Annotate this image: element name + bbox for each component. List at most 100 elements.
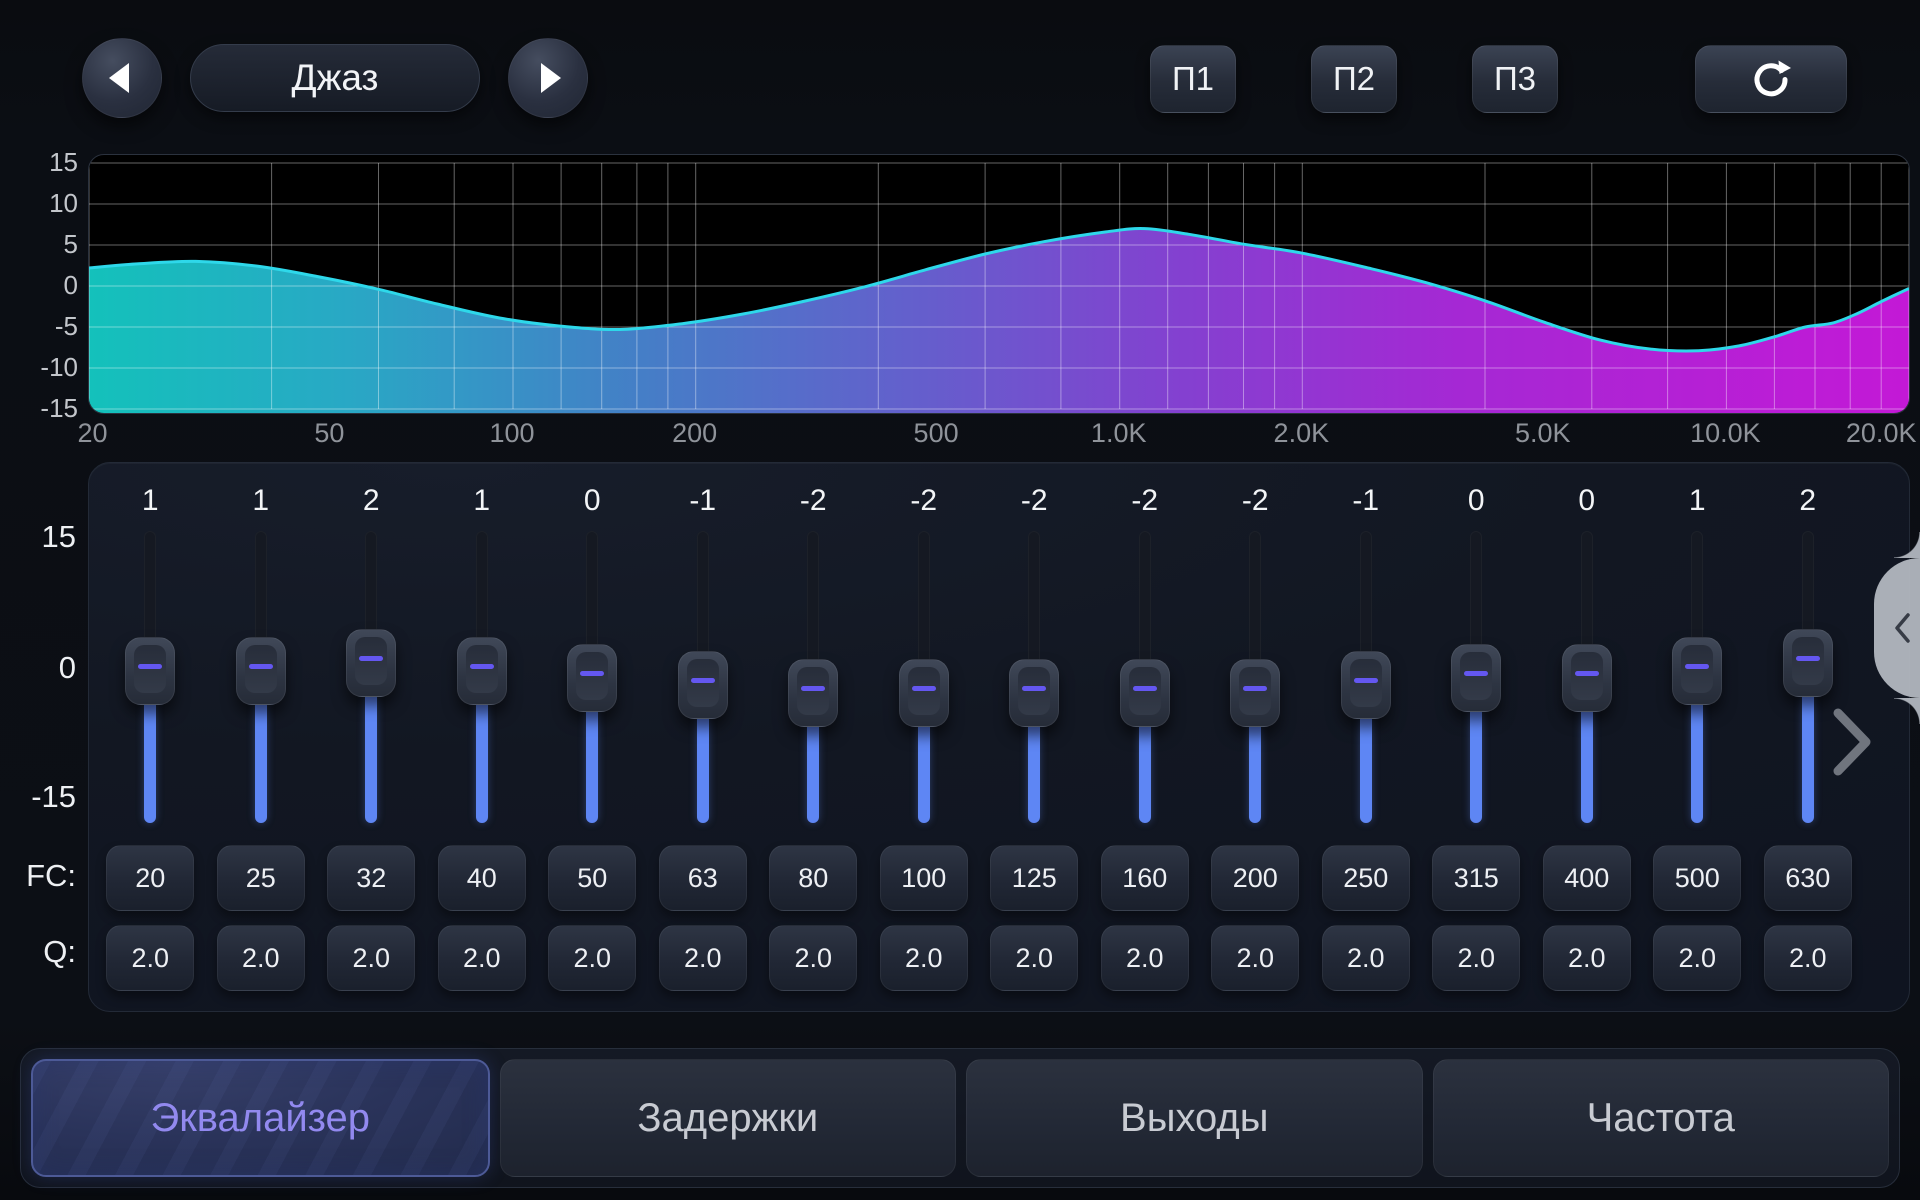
band-slider[interactable] bbox=[237, 531, 285, 823]
band-fc-button[interactable]: 200 bbox=[1211, 845, 1299, 911]
graph-frequency-tick: 1.0K bbox=[1091, 418, 1147, 449]
band-q-button[interactable]: 2.0 bbox=[217, 925, 305, 991]
band-fc-button[interactable]: 500 bbox=[1653, 845, 1741, 911]
slider-thumb[interactable] bbox=[457, 637, 507, 705]
eq-band: -2 200 2.0 bbox=[1200, 479, 1311, 1011]
band-slider[interactable] bbox=[347, 531, 395, 823]
slider-thumb[interactable] bbox=[346, 629, 396, 697]
preset-next-button[interactable] bbox=[508, 38, 588, 118]
band-q-button[interactable]: 2.0 bbox=[659, 925, 747, 991]
eq-band: 1 25 2.0 bbox=[206, 479, 317, 1011]
slider-fill bbox=[807, 722, 819, 823]
band-q-button[interactable]: 2.0 bbox=[990, 925, 1078, 991]
band-q-button[interactable]: 2.0 bbox=[438, 925, 526, 991]
slider-thumb[interactable] bbox=[1230, 659, 1280, 727]
band-fc-button[interactable]: 400 bbox=[1543, 845, 1631, 911]
slider-thumb[interactable] bbox=[236, 637, 286, 705]
slider-scale-tick: 15 bbox=[0, 519, 76, 555]
slider-thumb[interactable] bbox=[567, 644, 617, 712]
band-fc-button[interactable]: 160 bbox=[1101, 845, 1189, 911]
slider-thumb[interactable] bbox=[1341, 651, 1391, 719]
band-fc-button[interactable]: 100 bbox=[880, 845, 968, 911]
band-q-button[interactable]: 2.0 bbox=[769, 925, 857, 991]
equalizer-band-panel: 1 20 2.0 1 25 2.0 2 bbox=[88, 462, 1910, 1012]
slider-thumb[interactable] bbox=[1562, 644, 1612, 712]
band-q-button[interactable]: 2.0 bbox=[1653, 925, 1741, 991]
band-q-button[interactable]: 2.0 bbox=[548, 925, 636, 991]
band-slider[interactable] bbox=[789, 531, 837, 823]
thumb-dash-icon bbox=[359, 656, 383, 661]
memory-button-p2[interactable]: П2 bbox=[1311, 45, 1397, 113]
eq-band: 0 400 2.0 bbox=[1532, 479, 1643, 1011]
band-q-button[interactable]: 2.0 bbox=[1432, 925, 1520, 991]
slider-thumb[interactable] bbox=[678, 651, 728, 719]
band-q-button[interactable]: 2.0 bbox=[1101, 925, 1189, 991]
band-q-button[interactable]: 2.0 bbox=[327, 925, 415, 991]
band-slider[interactable] bbox=[458, 531, 506, 823]
tab-outputs[interactable]: Выходы bbox=[966, 1059, 1423, 1177]
slider-fill bbox=[1139, 722, 1151, 823]
band-gain-value: 0 bbox=[1578, 479, 1595, 523]
band-q-button[interactable]: 2.0 bbox=[106, 925, 194, 991]
band-fc-button[interactable]: 80 bbox=[769, 845, 857, 911]
side-drawer-handle[interactable] bbox=[1874, 558, 1920, 698]
band-gain-value: 1 bbox=[1689, 479, 1706, 523]
refresh-icon bbox=[1749, 57, 1793, 101]
eq-band: 1 20 2.0 bbox=[95, 479, 206, 1011]
slider-thumb[interactable] bbox=[1120, 659, 1170, 727]
memory-button-p1[interactable]: П1 bbox=[1150, 45, 1236, 113]
band-q-button[interactable]: 2.0 bbox=[880, 925, 968, 991]
slider-thumb[interactable] bbox=[125, 637, 175, 705]
slider-thumb[interactable] bbox=[1451, 644, 1501, 712]
tab-frequency[interactable]: Частота bbox=[1433, 1059, 1890, 1177]
reset-button[interactable] bbox=[1695, 45, 1847, 113]
graph-frequency-tick: 5.0K bbox=[1515, 418, 1571, 449]
eq-band: -1 63 2.0 bbox=[648, 479, 759, 1011]
graph-db-tick: -10 bbox=[0, 352, 78, 382]
slider-thumb[interactable] bbox=[1009, 659, 1059, 727]
preset-prev-button[interactable] bbox=[82, 38, 162, 118]
slider-thumb[interactable] bbox=[899, 659, 949, 727]
band-gain-value: -1 bbox=[1352, 479, 1379, 523]
slider-thumb[interactable] bbox=[788, 659, 838, 727]
band-slider[interactable] bbox=[568, 531, 616, 823]
band-q-button[interactable]: 2.0 bbox=[1322, 925, 1410, 991]
band-slider[interactable] bbox=[1121, 531, 1169, 823]
band-fc-button[interactable]: 250 bbox=[1322, 845, 1410, 911]
band-q-button[interactable]: 2.0 bbox=[1764, 925, 1852, 991]
band-slider[interactable] bbox=[1563, 531, 1611, 823]
band-slider[interactable] bbox=[679, 531, 727, 823]
band-slider[interactable] bbox=[1342, 531, 1390, 823]
slider-thumb[interactable] bbox=[1783, 629, 1833, 697]
band-slider[interactable] bbox=[126, 531, 174, 823]
frequency-response-chart bbox=[89, 155, 1909, 413]
band-fc-button[interactable]: 32 bbox=[327, 845, 415, 911]
preset-selector[interactable]: Джаз bbox=[190, 44, 480, 112]
band-slider[interactable] bbox=[1010, 531, 1058, 823]
band-fc-button[interactable]: 25 bbox=[217, 845, 305, 911]
slider-thumb[interactable] bbox=[1672, 637, 1722, 705]
band-fc-button[interactable]: 315 bbox=[1432, 845, 1520, 911]
band-slider[interactable] bbox=[1231, 531, 1279, 823]
band-slider[interactable] bbox=[1784, 531, 1832, 823]
memory-button-p3[interactable]: П3 bbox=[1472, 45, 1558, 113]
graph-frequency-tick: 200 bbox=[672, 418, 717, 449]
band-slider[interactable] bbox=[1673, 531, 1721, 823]
graph-db-tick: -5 bbox=[0, 311, 78, 341]
band-fc-button[interactable]: 50 bbox=[548, 845, 636, 911]
band-fc-button[interactable]: 125 bbox=[990, 845, 1078, 911]
band-fc-button[interactable]: 630 bbox=[1764, 845, 1852, 911]
graph-frequency-tick: 100 bbox=[490, 418, 535, 449]
band-fc-button[interactable]: 63 bbox=[659, 845, 747, 911]
band-q-button[interactable]: 2.0 bbox=[1543, 925, 1631, 991]
graph-frequency-tick: 2.0K bbox=[1274, 418, 1330, 449]
band-slider[interactable] bbox=[1452, 531, 1500, 823]
tab-equalizer[interactable]: Эквалайзер bbox=[31, 1059, 490, 1177]
band-fc-button[interactable]: 40 bbox=[438, 845, 526, 911]
band-fc-button[interactable]: 20 bbox=[106, 845, 194, 911]
band-q-button[interactable]: 2.0 bbox=[1211, 925, 1299, 991]
tab-delays[interactable]: Задержки bbox=[500, 1059, 957, 1177]
graph-db-tick: 0 bbox=[0, 270, 78, 300]
scroll-bands-right-button[interactable] bbox=[1830, 706, 1876, 778]
band-slider[interactable] bbox=[900, 531, 948, 823]
